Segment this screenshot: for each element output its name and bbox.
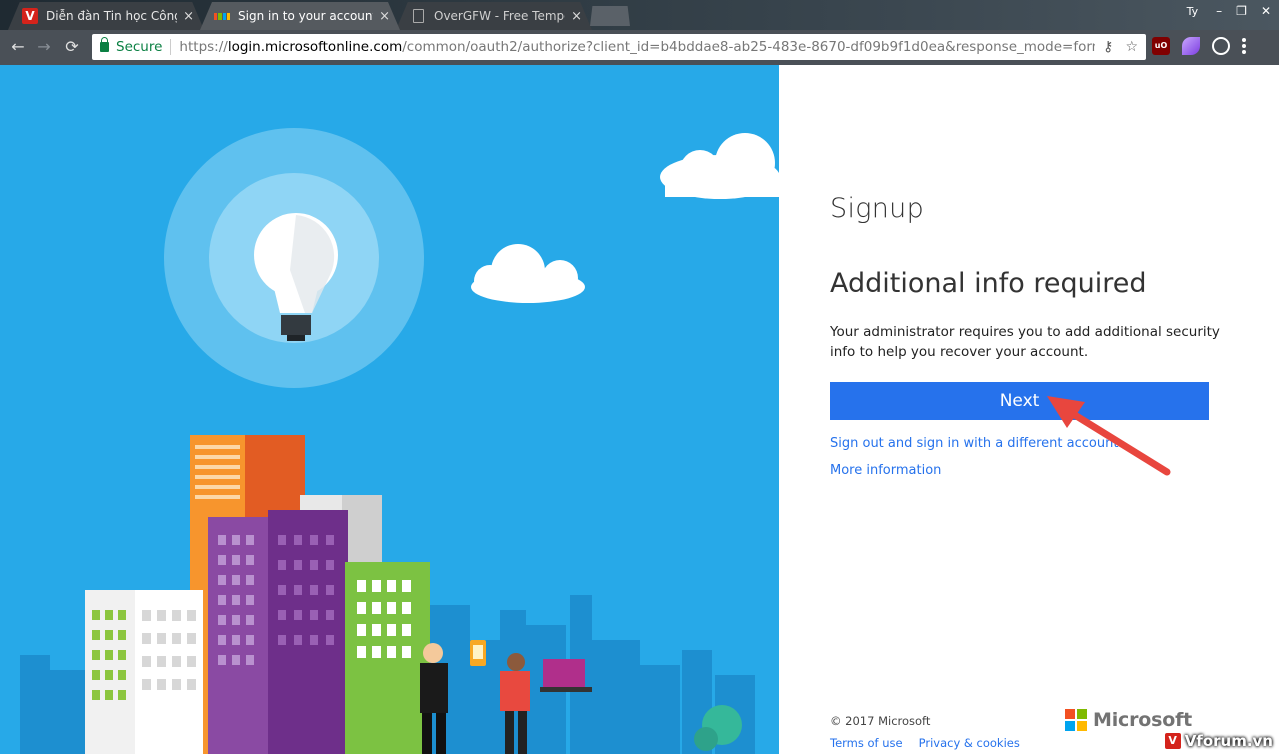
cloud-icon — [471, 244, 585, 303]
reload-icon[interactable]: ⟳ — [62, 37, 82, 57]
sign-in-panel: Signup Additional info required Your adm… — [779, 65, 1279, 754]
browser-toolbar: ← → ⟳ Secure https://login.microsoftonli… — [0, 30, 1279, 65]
url-text[interactable]: https://login.microsoftonline.com/common… — [179, 39, 1095, 55]
city-illustration — [0, 65, 779, 754]
signup-heading: Signup — [830, 193, 925, 224]
tab-sign-in[interactable]: Sign in to your account × — [200, 2, 400, 30]
document-favicon-icon — [410, 8, 426, 24]
tab-title: Sign in to your account — [238, 9, 374, 23]
vforum-logo-icon: V — [1164, 733, 1181, 749]
privacy-cookies-link[interactable]: Privacy & cookies — [919, 736, 1020, 750]
tree-icon — [694, 727, 718, 751]
microsoft-logo: Microsoft — [1065, 709, 1192, 731]
illustration-graphic — [20, 128, 779, 754]
address-bar[interactable]: Secure https://login.microsoftonline.com… — [92, 34, 1146, 60]
new-tab-button[interactable] — [590, 6, 630, 26]
menu-dots-icon[interactable] — [1242, 37, 1246, 55]
divider — [170, 39, 172, 55]
vforum-watermark: V Vforum.vn — [1164, 732, 1273, 750]
secure-label: Secure — [116, 39, 163, 55]
microsoft-wordmark: Microsoft — [1093, 709, 1193, 731]
minimize-icon[interactable]: – — [1216, 4, 1222, 18]
terms-of-use-link[interactable]: Terms of use — [830, 736, 903, 750]
watermark-text: Vforum.vn — [1184, 732, 1273, 750]
key-icon[interactable]: ⚷ — [1103, 39, 1113, 55]
tab-title: OverGFW - Free Temporary — [434, 9, 565, 23]
tab-title: Diễn đàn Tin học Công nghệ — [46, 9, 177, 23]
tab-overgfw[interactable]: OverGFW - Free Temporary × — [396, 2, 592, 30]
tab-vforum[interactable]: V Diễn đàn Tin học Công nghệ × — [8, 2, 204, 30]
tab-close-icon[interactable]: × — [183, 9, 194, 24]
tab-close-icon[interactable]: × — [571, 9, 582, 24]
copyright-text: © 2017 Microsoft — [830, 714, 931, 728]
extensions-area: uO — [1152, 37, 1246, 55]
forward-arrow-icon[interactable]: → — [34, 37, 54, 57]
lock-icon — [100, 37, 109, 52]
chat-extension-icon[interactable] — [1212, 37, 1230, 55]
back-arrow-icon[interactable]: ← — [8, 37, 28, 57]
feather-extension-icon[interactable] — [1182, 37, 1200, 55]
more-information-link[interactable]: More information — [830, 463, 941, 478]
window-controls: Ty – ❐ ✕ — [1187, 0, 1271, 22]
white-building — [85, 590, 203, 754]
close-window-icon[interactable]: ✕ — [1261, 4, 1271, 18]
cloud-icon — [660, 133, 779, 199]
annotation-arrow-icon — [1047, 396, 1171, 476]
microsoft-favicon-icon — [214, 8, 230, 24]
ublock-icon[interactable]: uO — [1152, 37, 1170, 55]
purple-building — [208, 510, 348, 754]
tab-close-icon[interactable]: × — [379, 9, 390, 24]
restore-icon[interactable]: ❐ — [1236, 4, 1247, 18]
bookmark-star-icon[interactable]: ☆ — [1125, 39, 1138, 55]
footer-links: Terms of use Privacy & cookies — [830, 736, 1020, 750]
profile-name[interactable]: Ty — [1187, 5, 1199, 18]
tab-strip: V Diễn đàn Tin học Công nghệ × OverGFW -… — [0, 0, 1279, 30]
page-title: Additional info required — [830, 268, 1147, 299]
vforum-favicon-icon: V — [22, 8, 38, 24]
microsoft-logo-icon — [1065, 709, 1087, 731]
description-text: Your administrator requires you to add a… — [830, 324, 1220, 360]
green-building — [345, 562, 430, 754]
